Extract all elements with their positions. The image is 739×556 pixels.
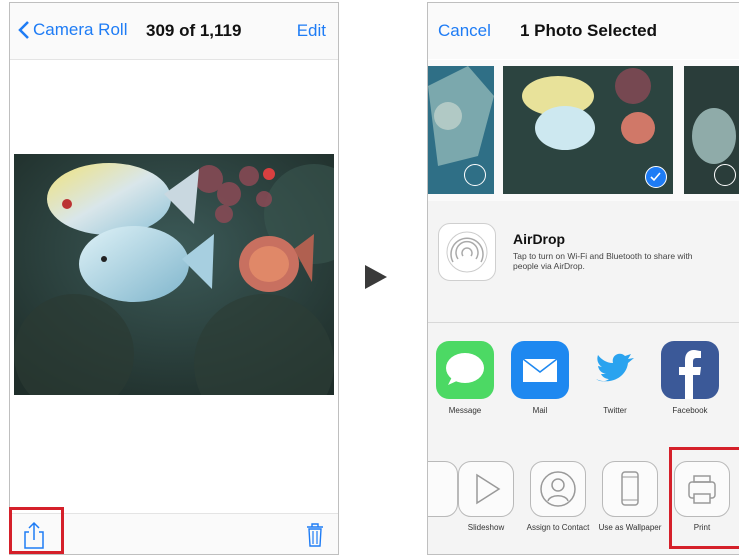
use-as-wallpaper-button[interactable]: Use as Wallpaper <box>596 461 664 532</box>
thumbnail-selected[interactable] <box>503 66 673 194</box>
photo-count: 309 of 1,119 <box>146 21 242 40</box>
share-apps-row: Message Mail Twitter Facebook <box>428 323 739 442</box>
share-app-label: Message <box>448 406 482 415</box>
print-highlight <box>669 447 739 549</box>
airdrop-title: AirDrop <box>513 231 566 247</box>
trash-icon[interactable] <box>306 522 324 548</box>
share-twitter-button[interactable]: Twitter <box>582 341 648 415</box>
cancel-button[interactable]: Cancel <box>438 21 491 41</box>
selection-title: 1 Photo Selected <box>520 21 657 40</box>
selected-checkmark-icon <box>645 166 667 188</box>
unselected-circle-icon <box>464 164 486 186</box>
slideshow-button[interactable]: Slideshow <box>452 461 520 532</box>
share-app-label: Mail <box>532 406 548 415</box>
message-icon <box>436 341 494 399</box>
airdrop-icon <box>446 231 488 273</box>
twitter-icon <box>586 341 644 399</box>
fish-photo[interactable] <box>14 154 334 395</box>
airdrop-description: Tap to turn on Wi-Fi and Bluetooth to sh… <box>513 251 693 271</box>
contact-icon <box>530 461 586 517</box>
back-button[interactable]: Camera Roll <box>18 20 127 40</box>
photo-viewer-screen: Camera Roll 309 of 1,119 Edit <box>9 2 339 555</box>
share-nav-bar: Cancel 1 Photo Selected <box>428 3 739 59</box>
chevron-left-icon <box>18 21 29 39</box>
share-highlight <box>9 507 64 554</box>
arrow-right-icon <box>365 265 387 289</box>
airdrop-section: AirDrop Tap to turn on Wi-Fi and Bluetoo… <box>428 201 739 323</box>
action-label: Slideshow <box>467 523 505 532</box>
play-icon <box>458 461 514 517</box>
edit-button[interactable]: Edit <box>297 21 326 41</box>
back-label: Camera Roll <box>33 20 128 39</box>
action-label: Assign to Contact <box>526 523 590 532</box>
unselected-circle-icon <box>714 164 736 186</box>
nav-bar: Camera Roll 309 of 1,119 Edit <box>10 3 338 60</box>
phone-icon <box>602 461 658 517</box>
photo-strip <box>428 60 739 202</box>
share-app-label: Twitter <box>603 406 627 415</box>
mail-icon <box>511 341 569 399</box>
facebook-icon <box>661 341 719 399</box>
thumbnail-previous[interactable] <box>428 66 494 194</box>
action-label: Use as Wallpaper <box>598 523 662 532</box>
airdrop-button[interactable] <box>438 223 496 281</box>
share-message-button[interactable]: Message <box>432 341 498 415</box>
share-mail-button[interactable]: Mail <box>507 341 573 415</box>
share-facebook-button[interactable]: Facebook <box>657 341 723 415</box>
thumbnail-next[interactable] <box>684 66 739 194</box>
assign-contact-button[interactable]: Assign to Contact <box>524 461 592 532</box>
share-app-label: Facebook <box>672 406 708 415</box>
